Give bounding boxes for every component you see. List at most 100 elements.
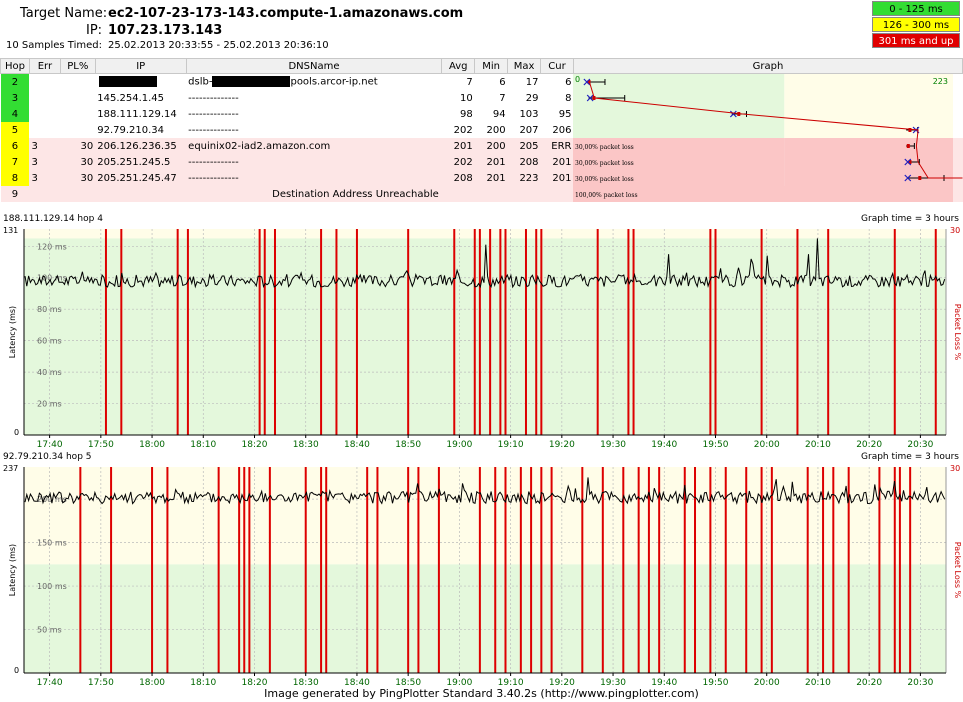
hop-row[interactable]: 6 3 30 206.126.236.35 equinix02-iad2.amazon.… xyxy=(0,138,963,154)
hop-table: Hop Err PL% IP DNSName Avg Min Max Cur Graph 2 dsl… xyxy=(0,58,963,202)
hop-pl: 30 xyxy=(80,172,94,184)
col-header-min[interactable]: Min xyxy=(474,58,509,74)
packet-loss-bar xyxy=(647,467,650,673)
hop-ip: 205.251.245.5 xyxy=(95,154,186,170)
packet-loss-bar xyxy=(273,229,276,435)
col-header-dnsname[interactable]: DNSName xyxy=(185,58,443,74)
hop-row[interactable]: 7 3 30 205.251.245.5 -------------- 202 201 208… xyxy=(0,154,963,170)
hop-avg: 208 xyxy=(453,172,473,184)
redacted-dns xyxy=(212,76,291,88)
packet-loss-bar xyxy=(832,467,835,673)
graph-zone-yellow xyxy=(784,106,954,122)
hop-number: 2 xyxy=(0,73,30,90)
footer-credit: Image generated by PingPlotter Standard … xyxy=(264,687,699,700)
hop-dns-text: -------------- xyxy=(188,108,239,120)
packet-loss-bar xyxy=(524,229,527,435)
packet-loss-bar xyxy=(909,467,912,673)
avg-marker xyxy=(918,176,922,180)
hop-pl xyxy=(60,74,95,91)
samples-label: 10 Samples Timed: xyxy=(6,40,102,51)
hop-min: 200 xyxy=(486,124,506,136)
packet-loss-bar xyxy=(263,229,266,435)
hop-dns: -------------- xyxy=(186,122,442,138)
hop-max: 29 xyxy=(525,92,539,104)
packet-loss-bar xyxy=(437,467,440,673)
col-header-hop[interactable]: Hop xyxy=(0,58,30,74)
hop-dns: -------------- xyxy=(186,90,442,106)
col-header-graph[interactable]: Graph xyxy=(572,58,963,74)
packet-loss-bar xyxy=(104,229,107,435)
target-name-label: Target Name: xyxy=(20,6,108,21)
hop-row[interactable]: 3 145.254.1.45 -------------- 10 7 29 8 xyxy=(0,90,963,106)
graph-zone-green xyxy=(573,106,785,122)
hop-row[interactable]: 2 dslb-pools.arcor-ip.net 7 6 17 6 0 223 xyxy=(0,73,963,91)
packet-loss-bar xyxy=(760,229,763,435)
packet-loss-bar xyxy=(366,467,369,673)
packet-loss-bar xyxy=(268,467,271,673)
hop-row[interactable]: 4 188.111.129.14 -------------- 98 94 103 95 xyxy=(0,106,963,122)
legend-range-2: 301 ms and up xyxy=(872,33,960,48)
graph-zone-yellow xyxy=(784,90,954,106)
packet-loss-bar xyxy=(407,229,410,435)
hop-row-unreachable[interactable]: 9 Destination Address Unreachable 100,00% … xyxy=(0,186,963,202)
col-header-max[interactable]: Max xyxy=(507,58,542,74)
y-axis-title: Latency (ms) xyxy=(8,306,17,358)
hop-ip: 205.251.245.47 xyxy=(95,170,186,186)
packet-loss-bar xyxy=(176,229,179,435)
unreachable-message: Destination Address Unreachable xyxy=(272,188,439,200)
col-header-cur[interactable]: Cur xyxy=(540,58,574,74)
hop-graph xyxy=(573,122,954,138)
packet-loss-bar xyxy=(601,467,604,673)
hop-max: 223 xyxy=(519,172,539,184)
hop-graph: 30,00% packet loss xyxy=(573,170,954,186)
hop-dns: equinix02-iad2.amazon.com xyxy=(186,138,442,154)
hop-graph-cell: 30,00% packet loss xyxy=(573,154,962,170)
hop-ip: 92.79.210.34 xyxy=(95,122,186,138)
packet-loss-bar xyxy=(709,229,712,435)
hop-graph: 100,00% packet loss xyxy=(573,186,954,202)
latency-chart-hop4[interactable]: 188.111.129.14 hop 4 Graph time = 3 hours… xyxy=(0,211,963,451)
packet-loss-bar xyxy=(453,229,456,435)
y-tick-label: 60 ms xyxy=(37,337,62,346)
col-header-err[interactable]: Err xyxy=(28,58,61,74)
col-header-plpct[interactable]: PL% xyxy=(59,58,96,74)
packet-loss-bar xyxy=(417,467,420,673)
y-tick-label: 50 ms xyxy=(37,626,62,635)
hop-number: 8 xyxy=(0,170,30,186)
hop-ip: 206.126.236.35 xyxy=(95,138,186,154)
hop-cur: 6 xyxy=(565,76,572,88)
hop-max: 207 xyxy=(519,124,539,136)
y-tick-label: 100 ms xyxy=(37,582,67,591)
hop-min: 201 xyxy=(486,172,506,184)
hop-ip: 188.111.129.14 xyxy=(95,106,186,122)
ip-value: 107.23.173.143 xyxy=(108,23,223,38)
col-header-ip[interactable]: IP xyxy=(94,58,187,74)
y2-max-label: 30 xyxy=(950,226,960,235)
hop-pl xyxy=(60,122,95,138)
chart-title: 92.79.210.34 hop 5 xyxy=(3,452,92,462)
hop-dns-text: -------------- xyxy=(188,92,239,104)
packet-loss-bar xyxy=(893,229,896,435)
hop-dns: dslb-pools.arcor-ip.net xyxy=(186,74,442,91)
packet-loss-label: 30,00% packet loss xyxy=(575,160,634,167)
avg-marker xyxy=(737,112,741,116)
packet-loss-bar xyxy=(489,229,492,435)
latency-chart-hop5[interactable]: 92.79.210.34 hop 5 Graph time = 3 hours20… xyxy=(0,449,963,689)
y2-axis-title: Packet Loss % xyxy=(953,542,962,599)
hop-row[interactable]: 5 92.79.210.34 -------------- 202 200 207 206 xyxy=(0,122,963,138)
col-header-avg[interactable]: Avg xyxy=(441,58,476,74)
hop-err: 3 xyxy=(31,140,38,152)
graph-zone-yellow xyxy=(784,138,954,154)
packet-loss-bar xyxy=(258,229,261,435)
hop-graph-cell: 30,00% packet loss xyxy=(573,170,962,186)
avg-marker xyxy=(907,144,911,148)
hop-row[interactable]: 8 3 30 205.251.245.47 -------------- 208 201 22… xyxy=(0,170,963,186)
hop-cur: 201 xyxy=(552,156,572,168)
hop-avg: 7 xyxy=(466,76,473,88)
hop-ip-text: 188.111.129.14 xyxy=(97,108,177,120)
hop-ip: 145.254.1.45 xyxy=(95,90,186,106)
chart-header xyxy=(0,449,963,467)
chart-graph-time: Graph time = 3 hours xyxy=(861,214,959,224)
packet-loss-label: 30,00% packet loss xyxy=(575,176,634,183)
graph-max-label: 223 xyxy=(933,77,948,86)
